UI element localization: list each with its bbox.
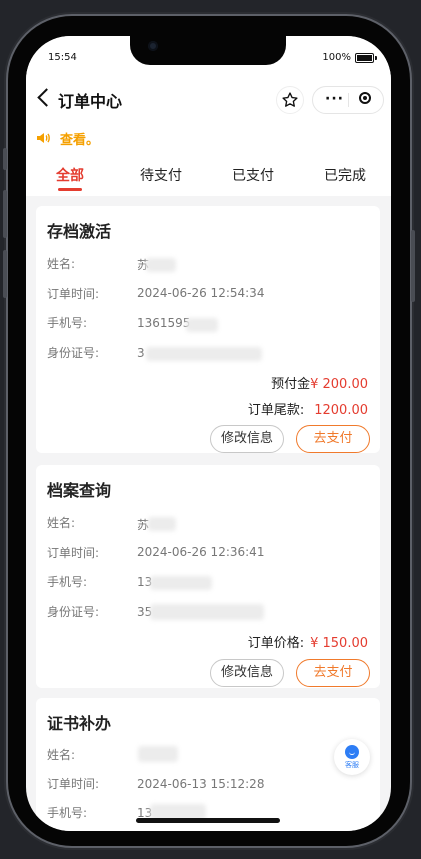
phone-label: 手机号:: [47, 316, 88, 330]
mute-switch: [3, 148, 7, 170]
name-label: 姓名:: [47, 748, 76, 762]
volume-up-button: [3, 190, 7, 238]
camera-icon: [148, 41, 158, 51]
status-time: 15:54: [48, 52, 77, 63]
order-time-value: 2024-06-26 12:36:41: [137, 545, 265, 559]
redaction: [138, 746, 178, 762]
order-time-value: 2024-06-13 15:12:28: [137, 777, 265, 791]
battery-icon: [355, 53, 377, 63]
capsule-divider: [348, 93, 349, 107]
redaction: [150, 576, 212, 590]
order-title: 档案查询: [47, 481, 112, 500]
order-time-label: 订单时间:: [47, 777, 100, 791]
phone-label: 手机号:: [47, 806, 88, 820]
redaction: [146, 258, 176, 272]
name-label: 姓名:: [47, 257, 76, 271]
order-time-value: 2024-06-26 12:54:34: [137, 286, 265, 300]
order-card: 档案查询 姓名: 苏 订单时间: 2024-06-26 12:36:41 手机号…: [36, 465, 380, 688]
balance-label: 订单尾款:: [247, 403, 305, 418]
redaction: [186, 318, 218, 332]
edit-info-button[interactable]: 修改信息: [210, 659, 284, 687]
order-title: 证书补办: [47, 714, 112, 733]
order-time-label: 订单时间:: [47, 287, 100, 301]
navigation-bar: 订单中心 ···: [26, 80, 391, 120]
id-card-value: 3: [137, 346, 145, 360]
order-price-value: ¥ 150.00: [310, 636, 368, 651]
name-label: 姓名:: [47, 516, 76, 530]
order-time-label: 订单时间:: [47, 546, 100, 560]
phone-value: 1361595: [137, 316, 191, 330]
close-mini-program-icon[interactable]: [359, 92, 371, 104]
deposit-label: 预付金: [271, 377, 311, 392]
battery-percent: 100%: [322, 52, 351, 63]
deposit-price: 预付金¥ 200.00: [271, 373, 368, 392]
edit-info-button[interactable]: 修改信息: [210, 425, 284, 453]
order-status-tabs: 全部 待支付 已支付 已完成: [26, 154, 391, 196]
balance-price: 订单尾款: 1200.00: [248, 399, 368, 418]
pay-button[interactable]: 去支付: [296, 659, 370, 687]
id-card-label: 身份证号:: [47, 346, 100, 360]
order-title: 存档激活: [47, 222, 112, 241]
more-options-icon[interactable]: ···: [325, 91, 344, 107]
customer-service-label: 客服: [345, 761, 359, 769]
tab-paid[interactable]: 已支付: [232, 165, 274, 185]
home-indicator: [136, 818, 280, 823]
id-card-label: 身份证号:: [47, 605, 100, 619]
customer-service-icon: [345, 745, 359, 759]
order-card: 证书补办 姓名: 订单时间: 2024-06-13 15:12:28 手机号: …: [36, 698, 380, 831]
redaction: [146, 347, 262, 361]
notice-bar: 查看。: [26, 120, 391, 154]
pay-button[interactable]: 去支付: [296, 425, 370, 453]
favorite-button[interactable]: [276, 86, 304, 114]
order-card: 存档激活 姓名: 苏 订单时间: 2024-06-26 12:54:34 手机号…: [36, 206, 380, 453]
tab-pending-payment[interactable]: 待支付: [140, 165, 182, 185]
customer-service-button[interactable]: 客服: [334, 739, 370, 775]
page-title: 订单中心: [58, 92, 123, 111]
tab-completed[interactable]: 已完成: [324, 165, 366, 185]
back-arrow-icon[interactable]: [37, 88, 56, 107]
power-button: [411, 230, 415, 302]
notch: [130, 36, 286, 65]
volume-down-button: [3, 250, 7, 298]
redaction: [150, 604, 264, 620]
phone-label: 手机号:: [47, 575, 88, 589]
speaker-icon: [37, 133, 50, 143]
order-price: 订单价格: ¥ 150.00: [248, 632, 368, 651]
tab-all[interactable]: 全部: [56, 165, 84, 185]
mini-program-capsule: ···: [312, 86, 384, 114]
notice-text: 查看。: [60, 133, 100, 148]
order-price-label: 订单价格:: [247, 636, 305, 651]
redaction: [148, 517, 176, 531]
balance-value: 1200.00: [314, 403, 368, 418]
screen: 15:54 100% 订单中心 ··· 查看。 全部 待支付 已支付 已完成 存…: [26, 36, 391, 831]
deposit-value: ¥ 200.00: [310, 377, 368, 392]
star-icon: [282, 92, 298, 107]
active-tab-indicator: [58, 188, 82, 191]
